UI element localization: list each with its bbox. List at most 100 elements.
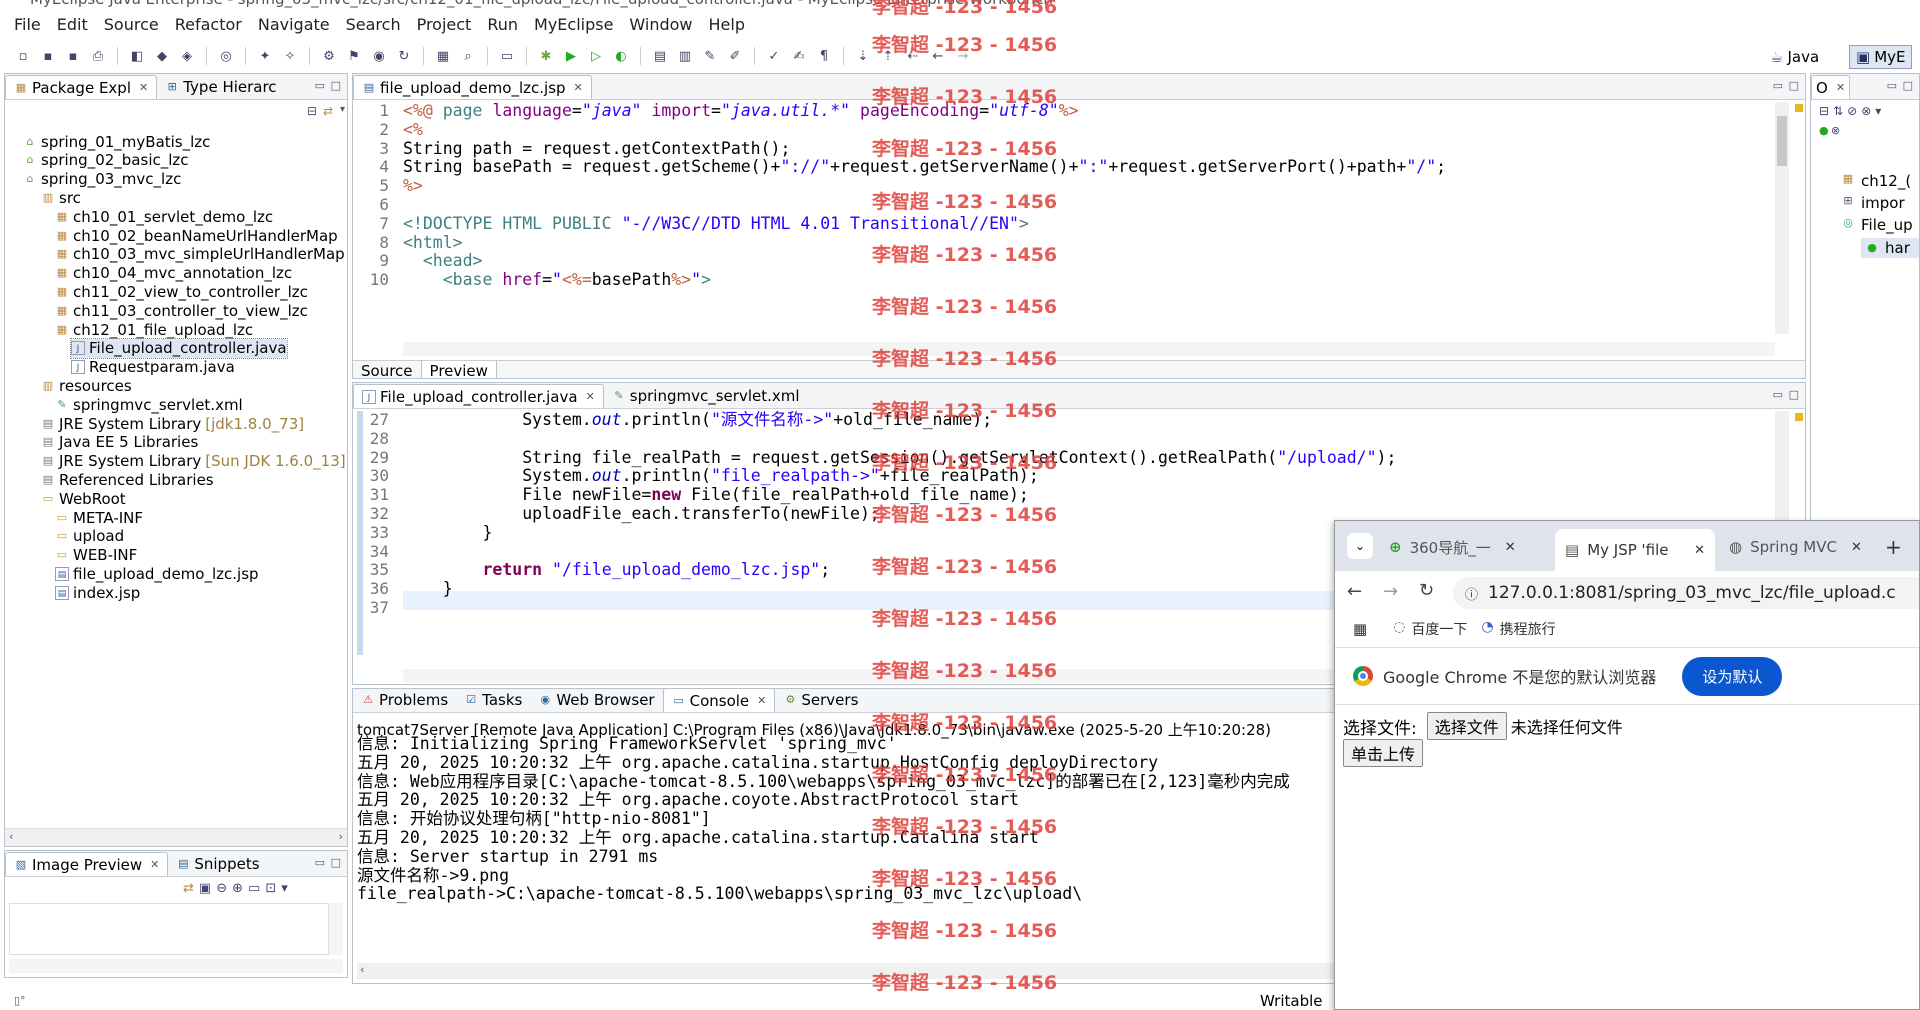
globe-icon[interactable]: ◉ bbox=[368, 46, 390, 66]
tree-item[interactable]: ✎ springmvc_servlet.xml bbox=[55, 395, 242, 414]
run-icon[interactable]: ▶ bbox=[560, 46, 582, 66]
prev-annotation-icon[interactable]: ⇡ bbox=[877, 46, 899, 66]
browser-tab-360[interactable]: ⊕ 360导航_一 ✕ bbox=[1379, 531, 1526, 563]
overview-warning-marker[interactable] bbox=[1795, 104, 1803, 112]
java-code[interactable]: System.out.println("源文件名称->"+old_file_na… bbox=[403, 410, 1397, 599]
site-info-icon[interactable]: ⓘ bbox=[1465, 584, 1478, 603]
zoom-out-icon[interactable]: ⊖ bbox=[216, 881, 227, 896]
wizard-icon[interactable]: ✦ bbox=[254, 46, 276, 66]
coverage-icon[interactable]: ◐ bbox=[610, 46, 632, 66]
minimize-icon[interactable]: ▭ bbox=[1773, 388, 1783, 401]
perspective-java[interactable]: ☕ Java bbox=[1764, 45, 1825, 69]
address-bar[interactable]: ⓘ 127.0.0.1:8081/spring_03_mvc_lzc/file_… bbox=[1453, 577, 1919, 609]
set-default-button[interactable]: 设为默认 bbox=[1682, 656, 1783, 696]
minimize-icon[interactable]: ▭ bbox=[315, 79, 325, 92]
maximize-icon[interactable]: □ bbox=[1903, 79, 1913, 92]
tab-search-icon[interactable]: ⌄ bbox=[1347, 533, 1373, 559]
tab-console[interactable]: ▭ Console ✕ bbox=[662, 689, 776, 712]
tab-image-preview[interactable]: ▧ Image Preview ✕ bbox=[5, 852, 169, 876]
tree-item[interactable]: ▤ JRE System Library [Sun JDK 1.6.0_13] bbox=[41, 452, 346, 471]
jsp-horizontal-scrollbar[interactable] bbox=[403, 342, 1775, 356]
tree-item[interactable]: ▥ src bbox=[41, 188, 81, 207]
close-icon[interactable]: ✕ bbox=[757, 694, 766, 707]
show-whitespace-icon[interactable]: ¶ bbox=[813, 46, 835, 66]
tree-item[interactable]: ⌂ spring_01_myBatis_lzc bbox=[23, 132, 211, 151]
tab-snippets[interactable]: ▤ Snippets bbox=[168, 852, 267, 876]
link-editor-icon[interactable]: ⇄ bbox=[323, 104, 333, 118]
minimize-icon[interactable]: ▭ bbox=[315, 856, 325, 869]
tree-item[interactable]: ▥ resources bbox=[41, 376, 132, 395]
console-icon[interactable]: ▭ bbox=[496, 46, 518, 66]
preview-horizontal-scrollbar[interactable] bbox=[9, 959, 343, 973]
browser-tab-jsp[interactable]: ▤ My JSP 'file ✕ bbox=[1555, 529, 1715, 571]
close-icon[interactable]: ✕ bbox=[1694, 543, 1705, 558]
view-menu-icon[interactable]: ▾ bbox=[281, 881, 288, 896]
address-bar-url[interactable]: 127.0.0.1:8081/spring_03_mvc_lzc/file_up… bbox=[1488, 583, 1896, 603]
tree-item[interactable]: ▭ META-INF bbox=[55, 508, 143, 527]
sort-icon[interactable]: ⇅ bbox=[1833, 104, 1843, 118]
apps-icon[interactable]: ▦ bbox=[1353, 620, 1367, 638]
outline-item-imports[interactable]: ⊞ impor bbox=[1841, 194, 1904, 212]
maximize-icon[interactable]: □ bbox=[331, 856, 341, 869]
tree-item[interactable]: ⌂ spring_02_basic_lzc bbox=[23, 151, 189, 170]
minimize-icon[interactable]: ▭ bbox=[1887, 79, 1897, 92]
scroll-left-icon[interactable]: ‹ bbox=[9, 830, 13, 843]
debug-icon[interactable]: ✱ bbox=[535, 46, 557, 66]
print-icon[interactable]: ⎙ bbox=[87, 46, 109, 66]
tab-java-file[interactable]: J File_upload_controller.java ✕ bbox=[353, 384, 604, 408]
tab-web-browser[interactable]: ◉ Web Browser bbox=[530, 689, 662, 712]
tab-problems[interactable]: ⚠ Problems bbox=[353, 689, 456, 712]
tab-type-hierarchy[interactable]: ⊞ Type Hierarc bbox=[157, 75, 284, 99]
tree-item[interactable]: J File_upload_controller.java bbox=[70, 337, 288, 359]
fullscreen-icon[interactable]: ⊡ bbox=[265, 881, 276, 896]
collapse-icon[interactable]: ⊟ bbox=[1819, 104, 1829, 118]
search-icon[interactable]: ⌕ bbox=[457, 46, 479, 66]
tree-item[interactable]: ▤ file_upload_demo_lzc.jsp bbox=[55, 564, 259, 583]
save-all-icon[interactable]: ▪ bbox=[62, 46, 84, 66]
scroll-right-icon[interactable]: › bbox=[339, 830, 343, 843]
public-icon[interactable]: ● bbox=[1819, 124, 1829, 137]
task-icon[interactable]: ▥ bbox=[674, 46, 696, 66]
hide-nonpublic-icon[interactable]: ⊗ bbox=[1831, 124, 1840, 137]
tree-item[interactable]: ⌂ spring_03_mvc_lzc bbox=[23, 170, 182, 189]
new-tab-icon[interactable]: + bbox=[1885, 535, 1902, 559]
close-icon[interactable]: ✕ bbox=[1836, 81, 1845, 94]
wizard2-icon[interactable]: ✧ bbox=[279, 46, 301, 66]
menu-edit[interactable]: Edit bbox=[49, 15, 96, 34]
bookmark-baidu[interactable]: ◌ 百度一下 bbox=[1393, 619, 1467, 639]
tree-item[interactable]: ▤ index.jsp bbox=[55, 583, 140, 602]
tree-item[interactable]: ▭ WEB-INF bbox=[55, 546, 138, 565]
fit-icon[interactable]: ▣ bbox=[199, 881, 211, 896]
tree-item[interactable]: ▦ ch11_02_view_to_controller_lzc bbox=[55, 282, 308, 301]
zoom-in-icon[interactable]: ⊕ bbox=[232, 881, 243, 896]
close-icon[interactable]: ✕ bbox=[1851, 540, 1862, 555]
close-icon[interactable]: ✕ bbox=[586, 390, 595, 403]
menu-source[interactable]: Source bbox=[96, 15, 167, 34]
bookmark-ctrip[interactable]: ◔ 携程旅行 bbox=[1481, 619, 1555, 639]
build-icon[interactable]: ⚙ bbox=[318, 46, 340, 66]
close-icon[interactable]: ✕ bbox=[574, 81, 583, 94]
tree-item[interactable]: ▦ ch10_04_mvc_annotation_lzc bbox=[55, 264, 292, 283]
menu-myeclipse[interactable]: MyEclipse bbox=[526, 15, 621, 34]
overview-warning-marker[interactable] bbox=[1795, 413, 1803, 421]
refresh-icon[interactable]: ↻ bbox=[393, 46, 415, 66]
tree-item[interactable]: ▤ Referenced Libraries bbox=[41, 470, 214, 489]
new-icon[interactable]: ▫ bbox=[12, 46, 34, 66]
maximize-icon[interactable]: □ bbox=[331, 79, 341, 92]
tree-item[interactable]: ▭ upload bbox=[55, 527, 124, 546]
menu-navigate[interactable]: Navigate bbox=[250, 15, 338, 34]
tree-horizontal-scrollbar[interactable]: ‹ › bbox=[5, 828, 347, 846]
tab-servers[interactable]: ⚙ Servers bbox=[775, 689, 866, 712]
hide-static-icon[interactable]: ⊗ bbox=[1861, 104, 1871, 118]
maximize-icon[interactable]: □ bbox=[1789, 388, 1799, 401]
close-icon[interactable]: ✕ bbox=[139, 81, 148, 94]
tree-item[interactable]: ▦ ch10_02_beanNameUrlHandlerMap bbox=[55, 226, 338, 245]
perspective-myeclipse[interactable]: ▣ MyE bbox=[1849, 45, 1913, 69]
collapse-all-icon[interactable]: ⊟ bbox=[307, 104, 317, 118]
forward-icon[interactable]: → bbox=[1383, 581, 1398, 602]
scroll-left-icon[interactable]: ‹ bbox=[360, 963, 364, 976]
choose-file-button[interactable]: 选择文件 bbox=[1426, 712, 1507, 740]
minimize-icon[interactable]: ▭ bbox=[1773, 79, 1783, 92]
tree-item[interactable]: ▦ ch11_03_controller_to_view_lzc bbox=[55, 301, 308, 320]
tree-item[interactable]: ▦ ch10_03_mvc_simpleUrlHandlerMap bbox=[55, 245, 345, 264]
